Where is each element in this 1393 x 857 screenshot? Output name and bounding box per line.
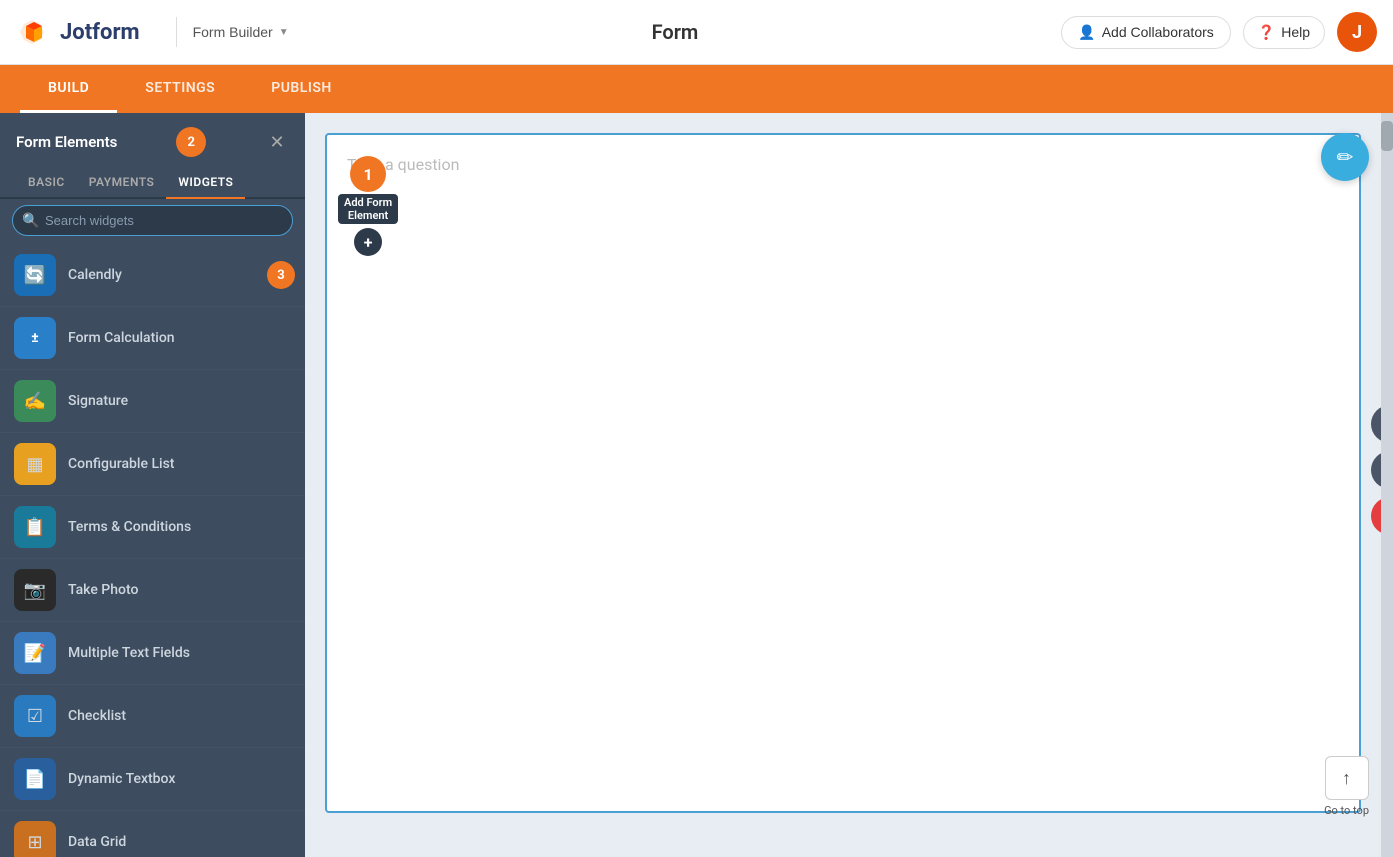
terms-conditions-icon: 📋 (14, 506, 56, 548)
data-grid-icon: ⊞ (14, 821, 56, 857)
settings-tool-button[interactable]: ⚙ (1371, 451, 1381, 489)
top-nav: Jotform Form Builder ▼ Form 👤 Add Collab… (0, 0, 1393, 65)
jotform-logo-icon (16, 14, 52, 50)
sidebar-tabs: BASIC PAYMENTS WIDGETS (0, 167, 305, 199)
question-icon: ❓ (1258, 24, 1275, 41)
widget-item-take-photo[interactable]: 📷 Take Photo (0, 559, 305, 622)
go-to-top-icon-btn[interactable]: ↑ (1325, 756, 1369, 800)
sidebar-tab-basic[interactable]: BASIC (16, 167, 77, 199)
help-label: Help (1281, 24, 1310, 40)
calendly-icon: 🔄 (14, 254, 56, 296)
search-wrap: 🔍 (12, 205, 293, 236)
search-input[interactable] (12, 205, 293, 236)
step-3-badge: 3 (267, 261, 295, 289)
checklist-icon: ☑ (14, 695, 56, 737)
add-element-plus-icon[interactable]: + (354, 228, 382, 256)
nav-actions: 👤 Add Collaborators ❓ Help J (1061, 12, 1377, 52)
form-calculation-icon: ± (14, 317, 56, 359)
right-scrollbar[interactable] (1381, 113, 1393, 857)
widget-item-data-grid[interactable]: ⊞ Data Grid (0, 811, 305, 857)
tab-bar: BUILD SETTINGS PUBLISH (0, 65, 1393, 113)
sidebar-tab-payments[interactable]: PAYMENTS (77, 167, 167, 199)
form-builder-button[interactable]: Form Builder ▼ (193, 24, 289, 40)
tab-settings[interactable]: SETTINGS (117, 65, 243, 113)
step-2-badge: 2 (176, 127, 206, 157)
tab-publish[interactable]: PUBLISH (243, 65, 360, 113)
magic-tool-button[interactable]: ✦ (1371, 405, 1381, 443)
user-avatar[interactable]: J (1337, 12, 1377, 52)
go-to-top-button[interactable]: ↑ Go to top (1324, 756, 1369, 817)
add-collab-label: Add Collaborators (1102, 24, 1214, 40)
pencil-fab-button[interactable]: ✏ (1321, 133, 1369, 181)
logo-area: Jotform (16, 14, 140, 50)
step-1-add-form-element[interactable]: 1 Add FormElement + (338, 156, 398, 256)
close-sidebar-button[interactable]: ✕ (265, 130, 289, 154)
search-icon: 🔍 (22, 213, 39, 229)
search-area: 🔍 (0, 199, 305, 244)
sidebar-header: Form Elements 2 ✕ (0, 113, 305, 167)
signature-icon: ✍ (14, 380, 56, 422)
add-collaborators-button[interactable]: 👤 Add Collaborators (1061, 16, 1231, 49)
widget-item-configurable-list[interactable]: ▦ Configurable List (0, 433, 305, 496)
widget-item-terms-conditions[interactable]: 📋 Terms & Conditions (0, 496, 305, 559)
widget-item-signature[interactable]: ✍ Signature (0, 370, 305, 433)
widget-item-checklist[interactable]: ☑ Checklist (0, 685, 305, 748)
sidebar: Form Elements 2 ✕ BASIC PAYMENTS WIDGETS… (0, 113, 305, 857)
delete-tool-button[interactable]: 🗑 (1371, 497, 1381, 535)
main-layout: Form Elements 2 ✕ BASIC PAYMENTS WIDGETS… (0, 113, 1393, 857)
configurable-list-icon: ▦ (14, 443, 56, 485)
chevron-down-icon: ▼ (279, 27, 289, 38)
widget-item-calendly[interactable]: 🔄 Calendly 3 (0, 244, 305, 307)
go-to-top-label: Go to top (1324, 804, 1369, 817)
tab-build[interactable]: BUILD (20, 65, 117, 113)
widget-item-dynamic-textbox[interactable]: 📄 Dynamic Textbox (0, 748, 305, 811)
user-icon: 👤 (1078, 24, 1095, 41)
form-area: Type a question ✦ ⚙ 🗑 ⠿ ✏ ↑ Go to top (305, 113, 1381, 857)
add-form-element-label: Add FormElement (338, 194, 398, 224)
multiple-text-icon: 📝 (14, 632, 56, 674)
sidebar-tab-widgets[interactable]: WIDGETS (166, 167, 245, 199)
widget-list: 🔄 Calendly 3 ± Form Calculation ✍ Signat… (0, 244, 305, 857)
help-button[interactable]: ❓ Help (1243, 16, 1325, 49)
sidebar-title: Form Elements (16, 133, 117, 151)
step-1-badge: 1 (350, 156, 386, 192)
form-tools: ✦ ⚙ 🗑 (1371, 405, 1381, 535)
form-builder-label: Form Builder (193, 24, 273, 40)
take-photo-icon: 📷 (14, 569, 56, 611)
page-title: Form (289, 20, 1062, 44)
form-canvas[interactable]: Type a question ✦ ⚙ 🗑 ⠿ (325, 133, 1361, 813)
nav-divider (176, 17, 177, 47)
logo-text: Jotform (60, 20, 140, 45)
widget-item-form-calculation[interactable]: ± Form Calculation (0, 307, 305, 370)
dynamic-textbox-icon: 📄 (14, 758, 56, 800)
widget-item-multiple-text[interactable]: 📝 Multiple Text Fields (0, 622, 305, 685)
scroll-thumb (1381, 121, 1393, 151)
